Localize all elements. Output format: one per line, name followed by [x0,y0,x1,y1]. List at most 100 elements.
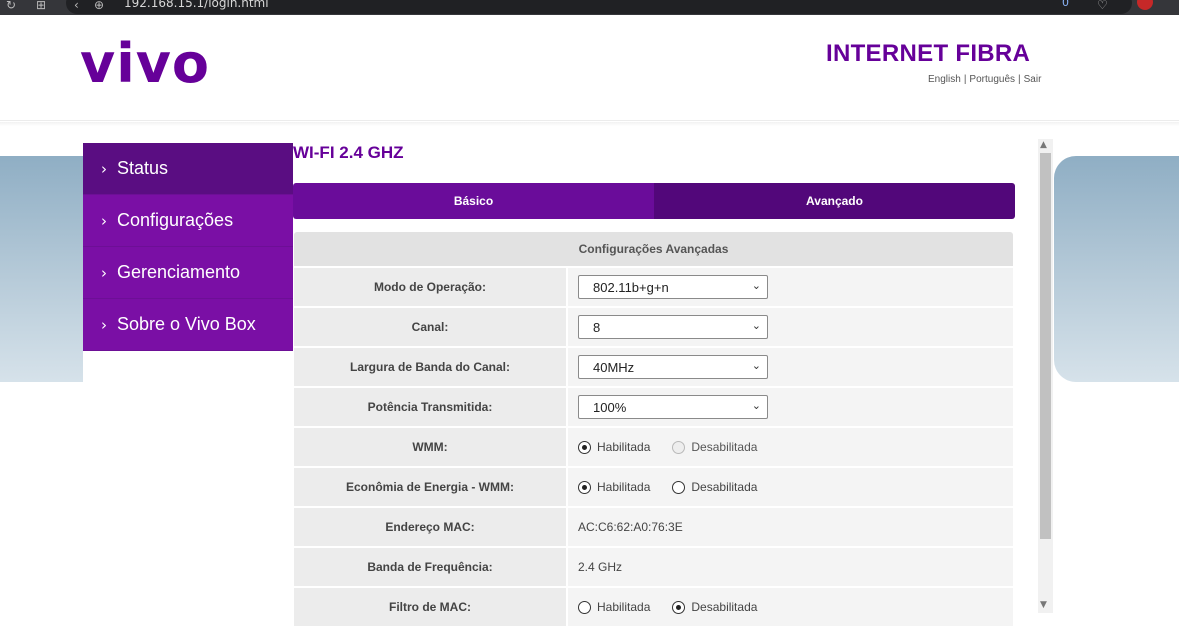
row-banda-frequencia: Banda de Frequência: 2.4 GHz [294,546,1013,586]
row-potencia: Potência Transmitida: 100% ⌄ [294,386,1013,426]
tabs-grid-icon[interactable]: ⊞ [36,0,46,12]
wmm-desabilitada-radio: Desabilitada [672,440,757,454]
sidebar-item-label: Configurações [117,210,234,230]
radio-label: Desabilitada [691,600,758,614]
row-canal: Canal: 8 ⌄ [294,306,1013,346]
field-label: Endereço MAC: [294,508,566,546]
field-label: Filtro de MAC: [294,588,566,626]
share-icon[interactable]: ‹ [74,0,79,12]
page-scrollbar[interactable]: ▲ ▼ [1038,139,1053,613]
tab-avancado[interactable]: Avançado [654,183,1015,219]
field-value: 100% ⌄ [568,388,1013,426]
row-largura-banda: Largura de Banda do Canal: 40MHz ⌄ [294,346,1013,386]
row-wmm: WMM: Habilitada Desabilitada [294,426,1013,466]
radio-label: Desabilitada [691,480,758,494]
modo-operacao-select[interactable]: 802.11b+g+n ⌄ [578,275,768,299]
radio-label: Habilitada [597,440,651,454]
radio-label: Habilitada [597,480,651,494]
page-title: WI-FI 2.4 GHZ [293,143,404,162]
link-sair[interactable]: Sair [1024,74,1042,85]
field-label: Modo de Operação: [294,268,566,306]
select-value: 40MHz [593,359,635,375]
filtro-habilitada-radio[interactable]: Habilitada [578,600,650,614]
shield-badge[interactable]: 0 [1062,0,1069,9]
vivo-logo[interactable]: vivo [80,37,210,91]
mac-address-value: AC:C6:62:A0:76:3E [568,508,1013,546]
advanced-settings-panel: Configurações Avançadas Modo de Operação… [294,232,1013,626]
background-band-right [1054,156,1179,382]
url-text[interactable]: 192.168.15.1/login.html [124,0,269,10]
site-header: vivo INTERNET FIBRA English | Português | Sa… [0,15,1179,121]
separator: | [1018,74,1021,85]
select-value: 802.11b+g+n [593,279,669,295]
radio-disabled [672,440,686,454]
field-value: Habilitada Desabilitada [568,468,1013,506]
field-label: Econômia de Energia - WMM: [294,468,566,506]
chevron-down-icon: ⌄ [751,399,761,412]
chevron-down-icon: ⌄ [751,279,761,292]
select-value: 100% [593,399,627,415]
field-label: WMM: [294,428,566,466]
sidebar-item-label: Sobre o Vivo Box [117,314,256,334]
sidebar-item-configuracoes[interactable]: › Configurações [83,195,293,247]
scroll-thumb[interactable] [1040,153,1051,539]
field-label: Canal: [294,308,566,346]
link-english[interactable]: English [928,74,961,85]
chevron-right-icon: › [101,263,107,282]
radio-selected[interactable] [578,480,591,494]
section-title: Configurações Avançadas [294,232,1013,266]
radio-unselected[interactable] [578,600,591,614]
potencia-select[interactable]: 100% ⌄ [578,395,768,419]
field-value: 8 ⌄ [568,308,1013,346]
radio-label: Habilitada [597,600,651,614]
field-value: 802.11b+g+n ⌄ [568,268,1013,306]
field-label: Banda de Frequência: [294,548,566,586]
row-modo-operacao: Modo de Operação: 802.11b+g+n ⌄ [294,266,1013,306]
chevron-down-icon: ⌄ [751,319,761,332]
reload-icon[interactable]: ↻ [6,0,16,12]
chevron-right-icon: › [101,315,107,334]
field-value: 40MHz ⌄ [568,348,1013,386]
field-value: Habilitada Desabilitada [568,428,1013,466]
header-shadow [0,122,1179,126]
radio-label: Desabilitada [691,440,758,454]
scroll-down-icon[interactable]: ▼ [1040,600,1047,610]
frequency-band-value: 2.4 GHz [568,548,1013,586]
tab-basico[interactable]: Básico [293,183,654,219]
browser-toolbar: ↻ ⊞ ‹ ⊕ 192.168.15.1/login.html 0 ♡ [0,0,1179,15]
row-filtro-mac: Filtro de MAC: Habilitada Desabilitada [294,586,1013,626]
radio-unselected[interactable] [672,480,686,494]
sidebar-item-status[interactable]: › Status [83,143,293,195]
brand-title: INTERNET FIBRA [826,40,1031,67]
language-links: English | Português | Sair [928,74,1041,85]
sidebar-menu: › Status › Configurações › Gerenciamento… [83,143,293,351]
chevron-right-icon: › [101,159,107,178]
row-economia-energia: Econômia de Energia - WMM: Habilitada De… [294,466,1013,506]
filtro-desabilitada-radio[interactable]: Desabilitada [672,600,757,614]
field-label: Largura de Banda do Canal: [294,348,566,386]
sidebar-item-sobre[interactable]: › Sobre o Vivo Box [83,299,293,351]
row-endereco-mac: Endereço MAC: AC:C6:62:A0:76:3E [294,506,1013,546]
radio-selected[interactable] [672,600,686,614]
field-label: Potência Transmitida: [294,388,566,426]
select-value: 8 [593,319,601,335]
wmm-habilitada-radio[interactable]: Habilitada [578,440,650,454]
economia-desabilitada-radio[interactable]: Desabilitada [672,480,757,494]
field-value: Habilitada Desabilitada [568,588,1013,626]
radio-selected[interactable] [578,440,591,454]
tab-bar: Básico Avançado [293,183,1015,219]
background-band-left [0,156,83,382]
economia-habilitada-radio[interactable]: Habilitada [578,480,650,494]
chevron-right-icon: › [101,211,107,230]
scroll-up-icon[interactable]: ▲ [1040,140,1047,150]
link-portugues[interactable]: Português [969,74,1015,85]
chevron-down-icon: ⌄ [751,359,761,372]
globe-icon: ⊕ [94,0,105,12]
canal-select[interactable]: 8 ⌄ [578,315,768,339]
sidebar-item-label: Gerenciamento [117,262,241,282]
largura-banda-select[interactable]: 40MHz ⌄ [578,355,768,379]
extension-icon[interactable] [1137,0,1153,10]
heart-icon[interactable]: ♡ [1097,0,1108,12]
sidebar-item-gerenciamento[interactable]: › Gerenciamento [83,247,293,299]
sidebar-item-label: Status [117,158,169,178]
